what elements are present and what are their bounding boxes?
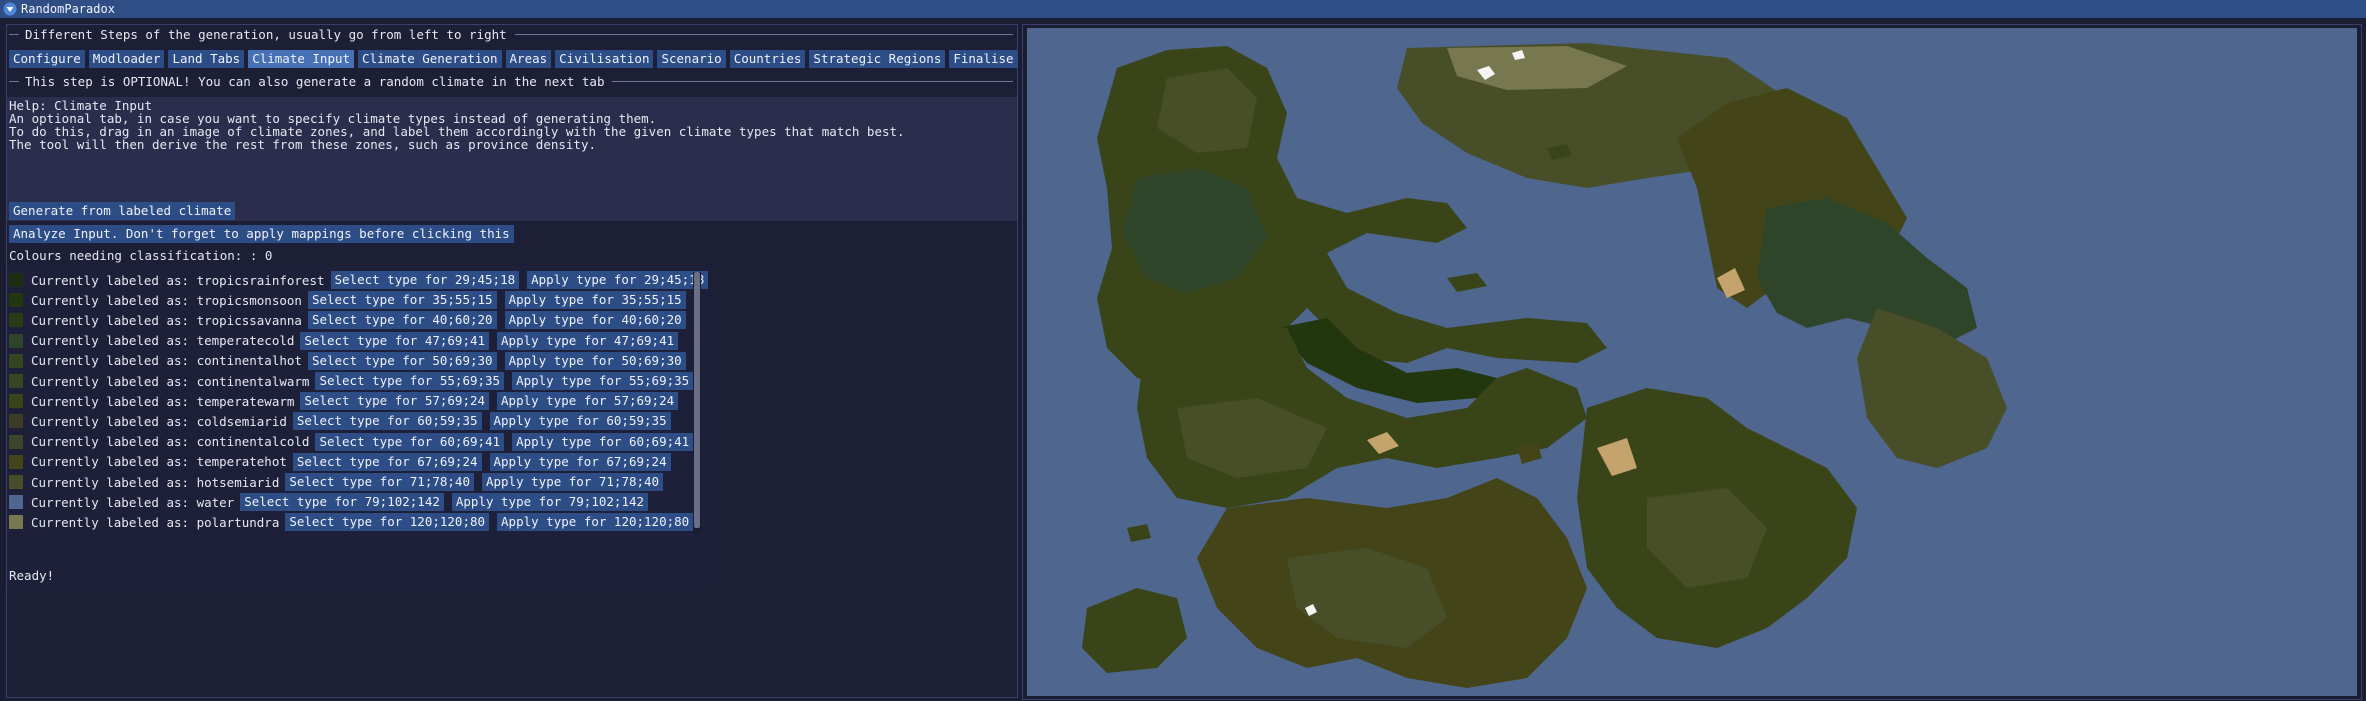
select-type-button[interactable]: Select type for 60;59;35 xyxy=(292,412,482,431)
apply-type-button[interactable]: Apply type for 40;60;20 xyxy=(504,311,686,330)
optional-separator: This step is OPTIONAL! You can also gene… xyxy=(9,73,1013,89)
window-title: RandomParadox xyxy=(21,2,115,16)
climate-color-swatch xyxy=(9,374,23,388)
climate-color-swatch xyxy=(9,313,23,328)
climate-color-swatch xyxy=(9,293,23,308)
climate-row: Currently labeled as: continentalcold Sel… xyxy=(7,432,701,452)
climate-row: Currently labeled as: temperatewarm Selec… xyxy=(7,391,686,411)
apply-type-button[interactable]: Apply type for 55;69;35 xyxy=(512,372,694,390)
apply-type-button[interactable]: Apply type for 60;59;35 xyxy=(489,412,671,431)
tab-civilisation[interactable]: Civilisation xyxy=(555,50,654,68)
climate-label: Currently labeled as: continentalcold xyxy=(31,434,310,450)
tab-modloader[interactable]: Modloader xyxy=(88,50,165,68)
scrollbar-thumb[interactable] xyxy=(694,272,700,528)
tab-climate-input[interactable]: Climate Input xyxy=(248,50,355,68)
optional-header: This step is OPTIONAL! You can also gene… xyxy=(25,73,605,89)
climate-row: Currently labeled as: tropicssavanna Sele… xyxy=(7,310,694,330)
apply-type-button[interactable]: Apply type for 29;45;18 xyxy=(527,271,709,289)
select-type-button[interactable]: Select type for 50;69;30 xyxy=(307,351,497,370)
tab-strategic-regions[interactable]: Strategic Regions xyxy=(809,50,946,68)
climate-row: Currently labeled as: polartundra Select … xyxy=(7,512,701,532)
help-line: The tool will then derive the rest from … xyxy=(9,137,596,152)
climate-label: Currently labeled as: continentalwarm xyxy=(31,373,310,389)
title-bar: RandomParadox xyxy=(0,0,2366,18)
control-panel: Different Steps of the generation, usual… xyxy=(6,24,1018,698)
select-type-button[interactable]: Select type for 47;69;41 xyxy=(300,331,490,350)
climate-color-swatch xyxy=(9,434,23,449)
apply-type-button[interactable]: Apply type for 35;55;15 xyxy=(504,291,686,310)
steps-separator: Different Steps of the generation, usual… xyxy=(9,26,1013,42)
climate-row: Currently labeled as: temperatehot Select… xyxy=(7,452,679,472)
climate-label: Currently labeled as: temperatehot xyxy=(31,454,287,470)
apply-type-button[interactable]: Apply type for 79;102;142 xyxy=(451,493,649,512)
select-type-button[interactable]: Select type for 120;120;80 xyxy=(285,513,490,532)
status-text: Ready! xyxy=(9,568,55,583)
map-preview-panel xyxy=(1022,24,2362,700)
tab-configure[interactable]: Configure xyxy=(9,50,85,68)
climate-color-swatch xyxy=(9,353,23,368)
climate-row: Currently labeled as: water Select type f… xyxy=(7,492,656,512)
apply-type-button[interactable]: Apply type for 47;69;41 xyxy=(497,331,679,350)
climate-row: Currently labeled as: tropicsmonsoon Sele… xyxy=(7,290,694,310)
select-type-button[interactable]: Select type for 40;60;20 xyxy=(307,311,497,330)
climate-label: Currently labeled as: tropicssavanna xyxy=(31,312,302,328)
analyze-input-button[interactable]: Analyze Input. Don't forget to apply map… xyxy=(9,225,514,243)
climate-row: Currently labeled as: coldsemiarid Select… xyxy=(7,411,679,431)
climate-color-swatch xyxy=(9,414,23,429)
tab-scenario[interactable]: Scenario xyxy=(657,50,726,68)
climate-label: Currently labeled as: continentalhot xyxy=(31,353,302,369)
apply-type-button[interactable]: Apply type for 71;78;40 xyxy=(481,473,664,491)
apply-type-button[interactable]: Apply type for 120;120;80 xyxy=(497,513,694,532)
select-type-button[interactable]: Select type for 35;55;15 xyxy=(307,291,497,310)
climate-label: Currently labeled as: hotsemiarid xyxy=(31,474,280,490)
list-scrollbar[interactable] xyxy=(693,272,701,534)
select-type-button[interactable]: Select type for 79;102;142 xyxy=(240,493,444,512)
climate-row: Currently labeled as: continentalwarm Sel… xyxy=(7,371,701,391)
select-type-button[interactable]: Select type for 57;69;24 xyxy=(300,392,490,411)
climate-label: Currently labeled as: temperatewarm xyxy=(31,393,295,409)
climate-map-image xyxy=(1027,28,2357,696)
climate-color-swatch xyxy=(9,273,23,287)
climate-label: Currently labeled as: polartundra xyxy=(31,514,280,530)
select-type-button[interactable]: Select type for 60;69;41 xyxy=(315,432,505,451)
tab-areas[interactable]: Areas xyxy=(505,50,552,68)
step-tabs: Configure Modloader Land Tabs Climate In… xyxy=(9,50,1018,68)
climate-label: Currently labeled as: water xyxy=(31,494,235,510)
climate-row: Currently labeled as: temperatecold Selec… xyxy=(7,331,686,351)
select-type-button[interactable]: Select type for 67;69;24 xyxy=(292,452,482,471)
climate-mapping-list: Currently labeled as: tropicsrainforest S… xyxy=(7,266,709,588)
classification-count: Colours needing classification: : 0 xyxy=(9,248,273,263)
tab-climate-generation[interactable]: Climate Generation xyxy=(358,50,502,68)
climate-label: Currently labeled as: coldsemiarid xyxy=(31,413,287,429)
climate-label: Currently labeled as: temperatecold xyxy=(31,333,295,349)
climate-color-swatch xyxy=(9,515,23,530)
climate-color-swatch xyxy=(9,495,23,510)
climate-row: Currently labeled as: tropicsrainforest S… xyxy=(7,270,716,290)
select-type-button[interactable]: Select type for 55;69;35 xyxy=(315,372,505,390)
climate-row: Currently labeled as: hotsemiarid Select … xyxy=(7,472,671,492)
apply-type-button[interactable]: Apply type for 67;69;24 xyxy=(489,452,671,471)
tab-finalise[interactable]: Finalise xyxy=(949,50,1018,68)
apply-type-button[interactable]: Apply type for 50;69;30 xyxy=(504,351,686,370)
climate-color-swatch xyxy=(9,333,23,348)
climate-row: Currently labeled as: continentalhot Sele… xyxy=(7,351,694,371)
climate-label: Currently labeled as: tropicsmonsoon xyxy=(31,292,302,308)
climate-color-swatch xyxy=(9,475,23,489)
apply-type-button[interactable]: Apply type for 57;69;24 xyxy=(497,392,679,411)
tab-land-tabs[interactable]: Land Tabs xyxy=(168,50,245,68)
app-logo-icon xyxy=(3,2,17,16)
climate-label: Currently labeled as: tropicsrainforest xyxy=(31,272,325,288)
climate-color-swatch xyxy=(9,394,23,409)
climate-color-swatch xyxy=(9,454,23,469)
apply-type-button[interactable]: Apply type for 60;69;41 xyxy=(512,432,694,451)
select-type-button[interactable]: Select type for 71;78;40 xyxy=(285,473,474,491)
generate-from-labeled-climate-button[interactable]: Generate from labeled climate xyxy=(9,202,236,220)
select-type-button[interactable]: Select type for 29;45;18 xyxy=(330,271,520,289)
tab-countries[interactable]: Countries xyxy=(729,50,806,68)
steps-header: Different Steps of the generation, usual… xyxy=(25,26,507,42)
